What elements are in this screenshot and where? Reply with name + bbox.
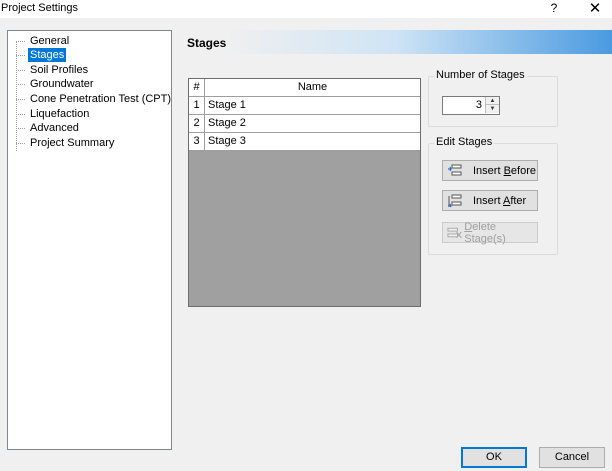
tree-connector	[16, 55, 25, 56]
group-title: Number of Stages	[434, 69, 527, 81]
stages-grid[interactable]: # Name 1 Stage 1 2 Stage 2 3 Stage 3	[188, 78, 421, 307]
row-number: 3	[189, 133, 205, 151]
edit-stages-group: Edit Stages Insert Before Insert After D…	[428, 136, 558, 255]
delete-stages-icon	[447, 227, 462, 238]
tree-item-label: Stages	[28, 48, 67, 62]
table-row[interactable]: 3 Stage 3	[189, 133, 420, 151]
tree-connector	[16, 70, 25, 71]
tree-item-label: Soil Profiles	[30, 64, 89, 76]
insert-before-label: Insert Before	[473, 164, 536, 177]
tree-connector-line	[16, 41, 17, 151]
table-row[interactable]: 1 Stage 1	[189, 97, 420, 115]
stage-name-cell[interactable]: Stage 1	[205, 97, 420, 115]
tree-connector	[16, 128, 25, 129]
title-bar: Project Settings ? ✕	[0, 0, 612, 18]
insert-after-label: Insert After	[473, 194, 527, 207]
row-number: 1	[189, 97, 205, 115]
tree-connector	[16, 41, 25, 42]
delete-stages-button[interactable]: Delete Stage(s)	[442, 220, 538, 245]
tree-item-label: Liquefaction	[30, 108, 90, 120]
cancel-button[interactable]: Cancel	[539, 447, 605, 468]
tree-item-label: Advanced	[30, 122, 79, 134]
insert-after-button[interactable]: Insert After	[442, 190, 538, 211]
table-row[interactable]: 2 Stage 2	[189, 115, 420, 133]
stage-count-value[interactable]: 3	[476, 99, 482, 111]
tree-item-label: Groundwater	[30, 78, 94, 90]
tree-connector	[16, 99, 25, 100]
number-of-stages-group: Number of Stages 3 ▲ ▼	[428, 69, 558, 127]
insert-after-icon	[448, 194, 462, 207]
tree-item-label: Project Summary	[30, 137, 115, 149]
group-title: Edit Stages	[434, 136, 495, 148]
close-button[interactable]: ✕	[587, 0, 603, 17]
tree-connector	[16, 143, 25, 144]
page-title: Stages	[187, 36, 227, 50]
help-button[interactable]: ?	[548, 1, 560, 15]
tree-connector	[16, 84, 25, 85]
insert-before-icon	[448, 164, 462, 175]
spin-down-icon[interactable]: ▼	[485, 105, 499, 113]
window-title: Project Settings	[1, 2, 79, 14]
tree-item-label: Cone Penetration Test (CPT)	[30, 93, 172, 105]
column-header-name[interactable]: Name	[205, 79, 420, 97]
stage-name-cell[interactable]: Stage 2	[205, 115, 420, 133]
grid-header-row: # Name	[189, 79, 420, 97]
settings-tree[interactable]: General Stages Soil Profiles Groundwater…	[7, 30, 172, 450]
row-number: 2	[189, 115, 205, 133]
spin-up-icon[interactable]: ▲	[485, 97, 499, 105]
tree-connector	[16, 114, 25, 115]
stage-name-cell[interactable]: Stage 3	[205, 133, 420, 151]
ok-button[interactable]: OK	[461, 447, 527, 468]
insert-before-button[interactable]: Insert Before	[442, 160, 538, 181]
section-header: Stages	[180, 30, 612, 54]
number-of-stages-spinner[interactable]: 3 ▲ ▼	[442, 96, 500, 115]
tree-item-label: General	[30, 35, 70, 47]
column-header-number[interactable]: #	[189, 79, 205, 97]
delete-stages-label: Delete Stage(s)	[464, 220, 506, 245]
